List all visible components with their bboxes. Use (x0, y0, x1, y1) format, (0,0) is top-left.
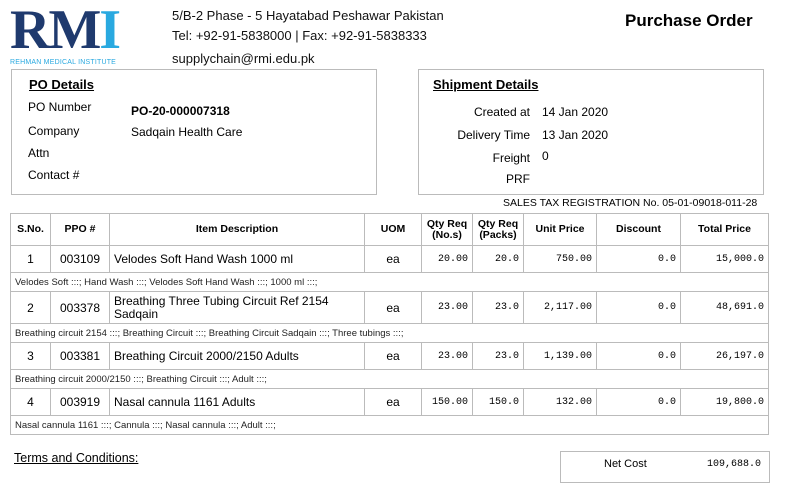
po-number-value: PO-20-000007318 (131, 104, 230, 118)
po-number-label: PO Number (28, 100, 92, 114)
row-uom: ea (364, 245, 422, 273)
row-sno: 1 (10, 245, 51, 273)
row-description: Breathing Three Tubing Circuit Ref 2154 … (109, 291, 365, 324)
company-value: Sadqain Health Care (131, 125, 243, 139)
created-value: 14 Jan 2020 (542, 105, 609, 119)
contact-label: Contact # (28, 168, 80, 182)
row-uom: ea (364, 342, 422, 370)
row-ppo: 003381 (50, 342, 110, 370)
row-tags: Velodes Soft :::; Hand Wash :::; Velodes… (10, 272, 769, 292)
row-unit-price: 750.00 (523, 245, 597, 273)
logo-letters: RMI (10, 0, 121, 61)
col-header-qty-packs: Qty Req (Packs) (472, 213, 524, 246)
row-discount: 0.0 (596, 388, 681, 416)
po-details-title: PO Details (29, 77, 95, 92)
row-total: 15,000.0 (680, 245, 769, 273)
col-header-sno: S.No. (10, 213, 51, 246)
items-table: S.No. PPO # Item Description UOM Qty Req… (10, 213, 769, 435)
row-description: Nasal cannula 1161 Adults (109, 388, 365, 416)
col-header-discount: Discount (596, 213, 681, 246)
shipment-details-title: Shipment Details (433, 77, 539, 92)
row-uom: ea (364, 291, 422, 324)
row-qty-packs: 23.0 (472, 342, 524, 370)
row-sno: 3 (10, 342, 51, 370)
table-row: 1 003109 Velodes Soft Hand Wash 1000 ml … (10, 245, 769, 273)
table-header-row: S.No. PPO # Item Description UOM Qty Req… (10, 213, 769, 246)
document-title: Purchase Order (625, 11, 753, 30)
terms-title: Terms and Conditions: (14, 451, 139, 465)
row-tags: Nasal cannula 1161 :::; Cannula :::; Nas… (10, 415, 769, 435)
col-header-description: Item Description (109, 213, 365, 246)
shipment-details-box: Shipment Details Created at 14 Jan 2020 … (418, 69, 764, 195)
row-qty-packs: 150.0 (472, 388, 524, 416)
col-header-total: Total Price (680, 213, 769, 246)
row-total: 48,691.0 (680, 291, 769, 324)
company-address: 5/B-2 Phase - 5 Hayatabad Peshawar Pakis… (172, 8, 444, 23)
col-header-qty-nos: Qty Req (No.s) (421, 213, 473, 246)
tax-registration: SALES TAX REGISTRATION No. 05-01-09018-0… (503, 197, 758, 209)
net-cost-value: 109,688.0 (707, 459, 762, 470)
row-qty-nos: 23.00 (421, 291, 473, 324)
row-total: 26,197.0 (680, 342, 769, 370)
table-row: 2 003378 Breathing Three Tubing Circuit … (10, 291, 769, 324)
prf-label: PRF (506, 172, 530, 186)
row-ppo: 003919 (50, 388, 110, 416)
table-tags-row: Breathing circuit 2000/2150 :::; Breathi… (10, 369, 769, 389)
attn-label: Attn (28, 146, 50, 160)
row-uom: ea (364, 388, 422, 416)
row-qty-nos: 23.00 (421, 342, 473, 370)
row-qty-nos: 150.00 (421, 388, 473, 416)
row-ppo: 003378 (50, 291, 110, 324)
row-qty-nos: 20.00 (421, 245, 473, 273)
col-header-uom: UOM (364, 213, 422, 246)
created-label: Created at (473, 105, 530, 119)
row-sno: 4 (10, 388, 51, 416)
logo-subtitle: REHMAN MEDICAL INSTITUTE (10, 59, 117, 66)
company-email: supplychain@rmi.edu.pk (172, 51, 315, 66)
row-sno: 2 (10, 291, 51, 324)
row-discount: 0.0 (596, 291, 681, 324)
col-header-ppo: PPO # (50, 213, 110, 246)
row-unit-price: 2,117.00 (523, 291, 597, 324)
company-label: Company (28, 124, 80, 138)
row-qty-packs: 20.0 (472, 245, 524, 273)
row-tags: Breathing circuit 2154 :::; Breathing Ci… (10, 323, 769, 343)
row-description: Breathing Circuit 2000/2150 Adults (109, 342, 365, 370)
net-cost-label: Net Cost (604, 458, 647, 470)
row-discount: 0.0 (596, 342, 681, 370)
row-unit-price: 1,139.00 (523, 342, 597, 370)
row-qty-packs: 23.0 (472, 291, 524, 324)
freight-value: 0 (542, 149, 549, 163)
row-total: 19,800.0 (680, 388, 769, 416)
row-ppo: 003109 (50, 245, 110, 273)
table-tags-row: Breathing circuit 2154 :::; Breathing Ci… (10, 323, 769, 343)
table-row: 3 003381 Breathing Circuit 2000/2150 Adu… (10, 342, 769, 370)
company-phone: Tel: +92-91-5838000 | Fax: +92-91-583833… (172, 28, 427, 43)
table-tags-row: Nasal cannula 1161 :::; Cannula :::; Nas… (10, 415, 769, 435)
row-discount: 0.0 (596, 245, 681, 273)
delivery-value: 13 Jan 2020 (542, 128, 609, 142)
row-unit-price: 132.00 (523, 388, 597, 416)
freight-label: Freight (492, 151, 530, 165)
row-tags: Breathing circuit 2000/2150 :::; Breathi… (10, 369, 769, 389)
col-header-unit-price: Unit Price (523, 213, 597, 246)
net-cost-box: Net Cost 109,688.0 (560, 451, 770, 483)
po-details-box: PO Details PO Number PO-20-000007318 Com… (11, 69, 377, 195)
row-description: Velodes Soft Hand Wash 1000 ml (109, 245, 365, 273)
rmi-logo: RMI REHMAN MEDICAL INSTITUTE (10, 0, 128, 68)
table-tags-row: Velodes Soft :::; Hand Wash :::; Velodes… (10, 272, 769, 292)
table-row: 4 003919 Nasal cannula 1161 Adults ea 15… (10, 388, 769, 416)
delivery-label: Delivery Time (457, 128, 530, 142)
